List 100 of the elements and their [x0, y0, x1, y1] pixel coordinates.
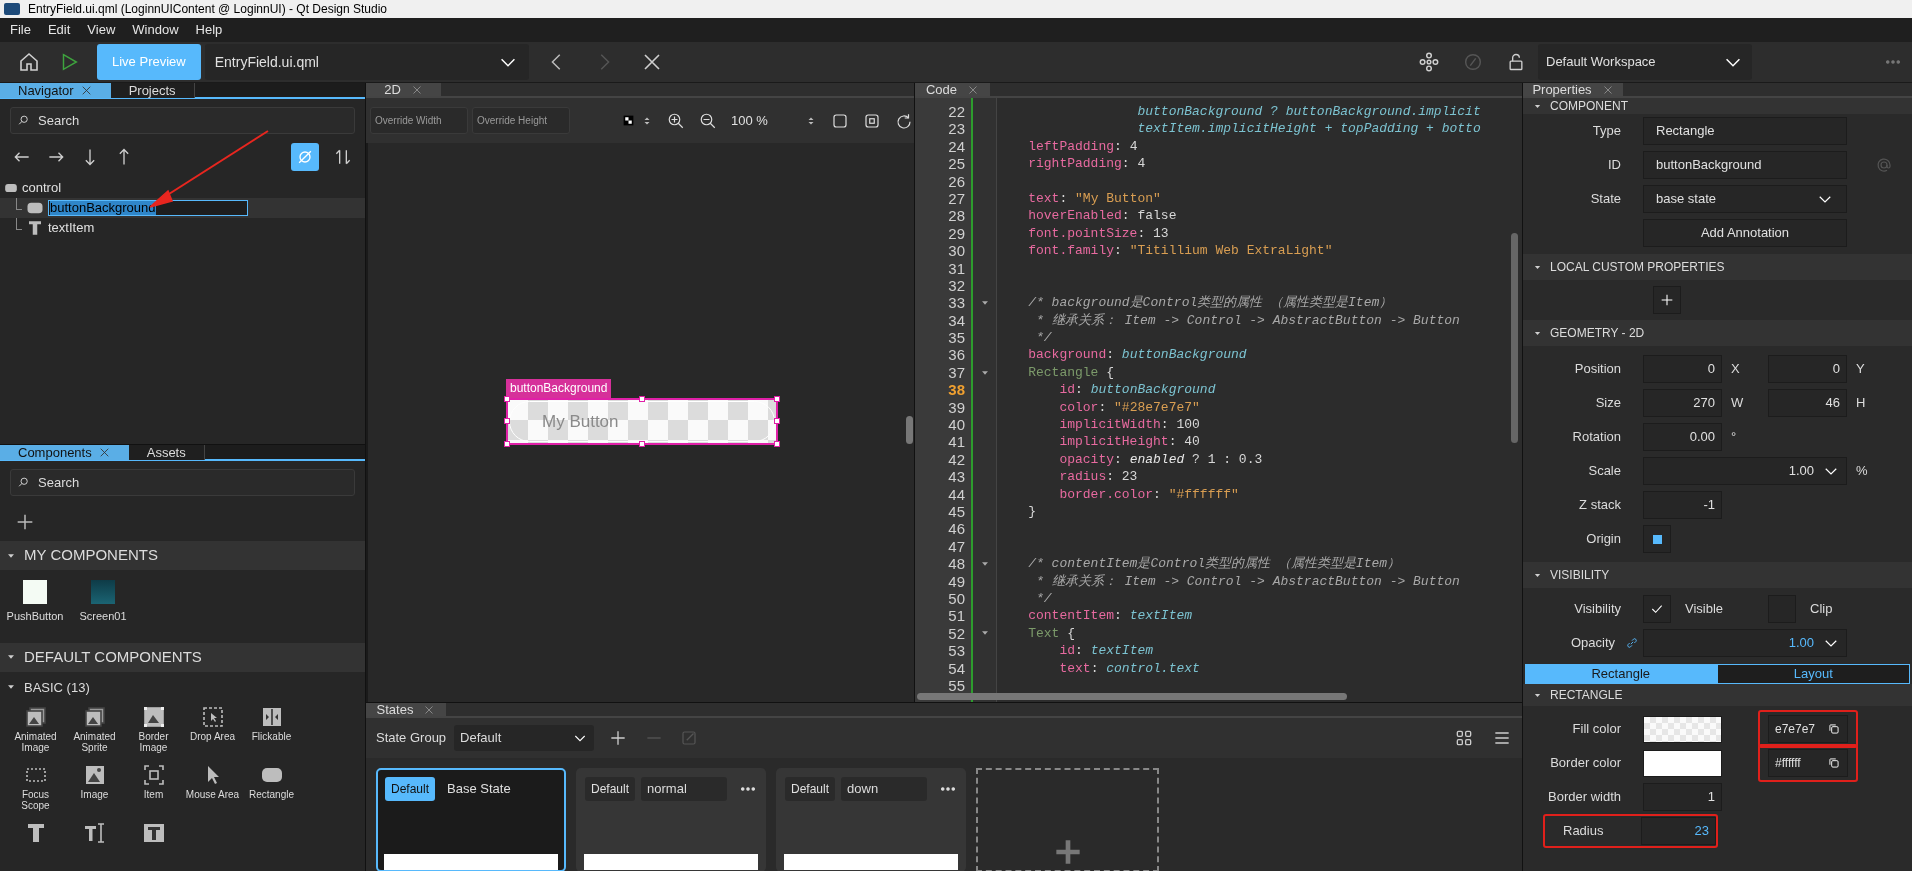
component-item[interactable]: Screen01	[76, 580, 130, 625]
section-header[interactable]: COMPONENT	[1523, 98, 1912, 114]
component-item[interactable]: Mouse Area	[183, 763, 242, 813]
override-height-field[interactable]: Override Height	[472, 107, 570, 134]
panel-tab[interactable]: Properties	[1523, 83, 1623, 96]
color-swatch[interactable]	[1643, 715, 1722, 743]
resize-handle[interactable]	[774, 441, 780, 447]
panel-tab[interactable]: Components	[0, 445, 129, 460]
component-item[interactable]: Flickable	[242, 705, 301, 755]
state-dropdown[interactable]: base state	[1643, 185, 1847, 213]
resize-handle[interactable]	[774, 396, 780, 402]
hex-field[interactable]: e7e7e7	[1768, 715, 1848, 743]
scrollbar-thumb[interactable]	[917, 693, 1347, 700]
state-name-field[interactable]: down	[841, 777, 928, 801]
search-field[interactable]: Search	[10, 107, 355, 134]
document-dropdown[interactable]: EntryField.ui.qml	[204, 44, 529, 80]
menu-item[interactable]: Window	[132, 20, 179, 40]
component-item[interactable]: Image	[65, 763, 124, 813]
fit-view-icon[interactable]	[831, 111, 849, 130]
add-annotation-button[interactable]: Add Annotation	[1643, 219, 1847, 247]
state-card[interactable]: Default normal	[576, 768, 766, 871]
section-header[interactable]: MY COMPONENTS	[0, 541, 365, 571]
component-item[interactable]: Item	[124, 763, 183, 813]
component-item[interactable]: Border Image	[124, 705, 183, 755]
section-header[interactable]: LOCAL CUSTOM PROPERTIES	[1523, 254, 1912, 280]
grid-view-icon[interactable]	[1454, 728, 1474, 748]
background-toggle-icon[interactable]	[622, 114, 635, 127]
resize-handle[interactable]	[504, 418, 510, 424]
zoom-level[interactable]: 100 %	[731, 110, 791, 131]
menu-item[interactable]: Help	[195, 20, 223, 40]
tree-item[interactable]: buttonBackground	[0, 198, 365, 218]
number-field[interactable]: 270	[1643, 389, 1722, 417]
property-field[interactable]: Rectangle	[1643, 117, 1847, 145]
number-field[interactable]: -1	[1643, 491, 1722, 519]
tree-item[interactable]: textItem	[0, 218, 365, 238]
number-field[interactable]: 23	[1640, 817, 1716, 845]
scale-dropdown[interactable]: 1.00	[1643, 457, 1847, 485]
rename-field[interactable]: buttonBackground	[48, 200, 248, 216]
menu-item[interactable]: Edit	[47, 20, 71, 40]
network-icon[interactable]	[1418, 51, 1440, 73]
default-badge[interactable]: Default	[785, 777, 836, 801]
number-field[interactable]: 46	[1768, 389, 1847, 417]
panel-tab[interactable]: States	[366, 703, 446, 716]
zoom-out-icon[interactable]	[699, 111, 717, 130]
panel-tab[interactable]: 2D	[366, 83, 441, 96]
component-item[interactable]: Animated Image	[6, 705, 65, 755]
number-field[interactable]: 0	[1768, 355, 1847, 383]
add-property-button[interactable]	[1653, 286, 1681, 314]
component-item[interactable]: PushButton	[8, 580, 62, 625]
copy-icon[interactable]	[1827, 756, 1841, 770]
resize-handle[interactable]	[639, 441, 645, 447]
zoom-in-icon[interactable]	[667, 111, 685, 130]
default-badge[interactable]: Default	[385, 777, 436, 801]
copy-icon[interactable]	[1827, 722, 1841, 736]
group-header[interactable]: BASIC (13)	[0, 673, 365, 701]
state-name-field[interactable]: normal	[641, 777, 728, 801]
state-group-dropdown[interactable]: Default	[454, 725, 595, 751]
override-width-field[interactable]: Override Width	[370, 107, 468, 134]
link-icon[interactable]	[1625, 636, 1639, 650]
panel-tab[interactable]: Navigator	[0, 83, 111, 98]
number-field[interactable]: 1	[1643, 783, 1722, 811]
resize-handle[interactable]	[504, 396, 510, 402]
section-header[interactable]: VISIBILITY	[1523, 562, 1912, 588]
resize-handle[interactable]	[639, 396, 645, 402]
section-tab[interactable]: Layout	[1716, 664, 1910, 684]
tree-item[interactable]: control	[0, 178, 365, 198]
component-item[interactable]: Focus Scope	[6, 763, 65, 813]
scrollbar-thumb[interactable]	[906, 416, 913, 444]
resize-handle[interactable]	[504, 441, 510, 447]
number-field[interactable]: 0	[1643, 355, 1722, 383]
section-tab[interactable]: Rectangle	[1525, 664, 1717, 684]
section-header[interactable]: RECTANGLE	[1523, 684, 1912, 706]
default-badge[interactable]: Default	[585, 777, 636, 801]
panel-tab[interactable]: Projects	[110, 83, 195, 98]
hex-field[interactable]: #ffffff	[1768, 749, 1848, 777]
scrollbar-thumb[interactable]	[1511, 233, 1518, 443]
fit-selection-icon[interactable]	[863, 111, 881, 130]
property-field[interactable]: buttonBackground	[1643, 151, 1847, 179]
section-header[interactable]: DEFAULT COMPONENTS	[0, 642, 365, 672]
filter-toggle-button[interactable]	[291, 143, 319, 171]
add-state-button[interactable]	[976, 768, 1159, 871]
number-field[interactable]: 0.00	[1643, 423, 1722, 451]
search-field[interactable]: Search	[10, 469, 355, 496]
opacity-dropdown[interactable]: 1.00	[1643, 629, 1847, 657]
state-card[interactable]: Default down	[776, 768, 966, 871]
menu-item[interactable]: File	[10, 20, 31, 40]
component-item[interactable]: Animated Sprite	[65, 705, 124, 755]
state-card[interactable]: Default Base State	[376, 768, 566, 871]
resize-handle[interactable]	[774, 418, 780, 424]
component-item[interactable]: Drop Area	[183, 705, 242, 755]
component-item[interactable]: Rectangle	[242, 763, 301, 813]
panel-tab[interactable]: Code	[915, 83, 990, 96]
sort-icon[interactable]	[333, 147, 353, 167]
origin-picker[interactable]	[1643, 525, 1671, 553]
panel-tab[interactable]: Assets	[128, 445, 205, 460]
checkbox[interactable]	[1643, 595, 1671, 623]
workspace-dropdown[interactable]: Default Workspace	[1538, 44, 1752, 80]
home-icon[interactable]	[17, 50, 41, 74]
section-header[interactable]: GEOMETRY - 2D	[1523, 320, 1912, 346]
color-swatch[interactable]	[1643, 749, 1722, 777]
